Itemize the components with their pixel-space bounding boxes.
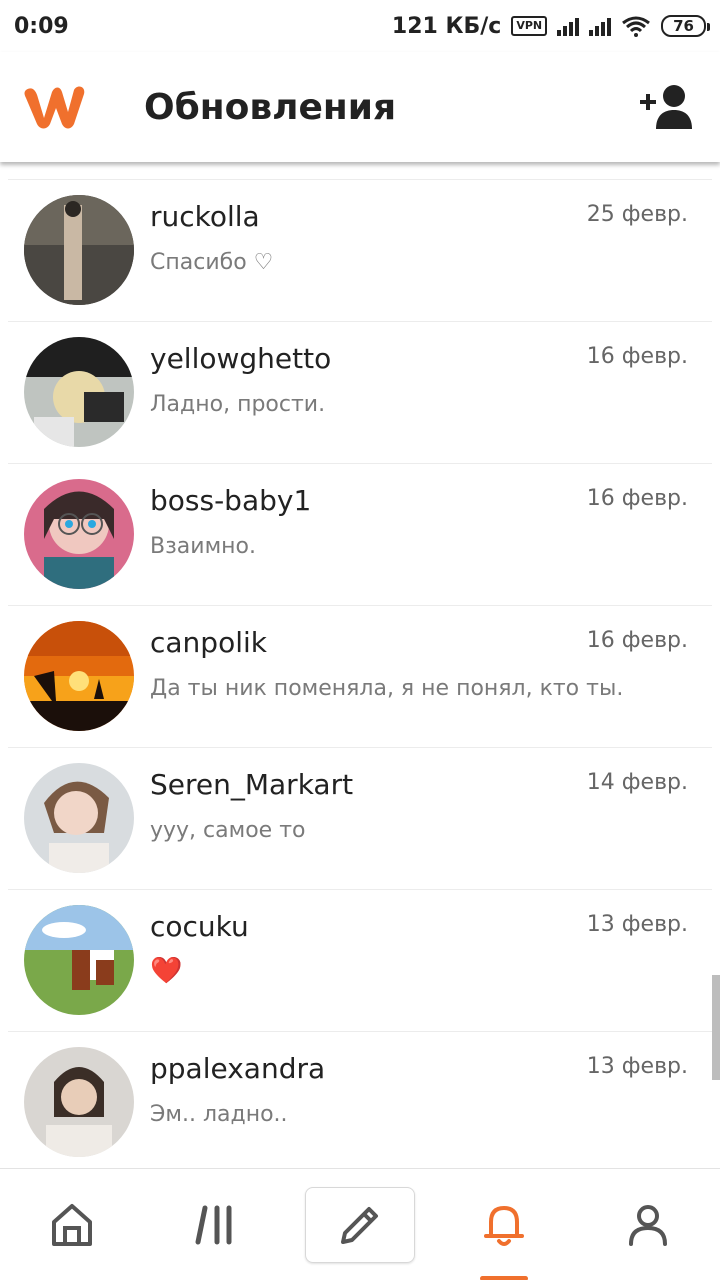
write-icon (341, 1206, 378, 1244)
sender-name: canpolik (150, 626, 267, 659)
signal-icon (589, 16, 612, 36)
library-icon (195, 1205, 232, 1244)
list-item[interactable]: ppalexandra 13 февр. Эм.. ладно.. (8, 1032, 712, 1168)
wifi-icon (622, 16, 651, 37)
sender-name: boss-baby1 (150, 484, 312, 517)
scrollbar[interactable] (712, 975, 720, 1080)
message-date: 16 февр. (586, 486, 688, 511)
sender-name: Seren_Markart (150, 768, 354, 801)
message-preview: Эм.. ладно.. (150, 1102, 288, 1127)
status-bar: 0:09 121 КБ/с VPN 76 (0, 0, 720, 52)
status-icons: 121 КБ/с VPN 76 (391, 13, 710, 39)
avatar[interactable] (24, 621, 134, 731)
nav-write[interactable] (305, 1186, 415, 1263)
avatar[interactable] (24, 195, 134, 305)
message-preview: Да ты ник поменяла, я не понял, кто ты. (150, 676, 624, 701)
avatar[interactable] (24, 905, 134, 1015)
nav-profile[interactable] (593, 1187, 703, 1263)
avatar[interactable] (24, 479, 134, 589)
nav-library[interactable] (161, 1187, 271, 1263)
message-date: 13 февр. (586, 912, 688, 937)
page-title: Обновления (144, 86, 397, 128)
list-item[interactable]: boss-baby1 16 февр. Взаимно. (8, 464, 712, 606)
list-item[interactable]: ruckolla 25 февр. Спасибо ♡ (8, 180, 712, 322)
sender-name: ruckolla (150, 200, 260, 233)
sender-name: yellowghetto (150, 342, 332, 375)
list-item[interactable]: Seren_Markart 14 февр. ууу, самое то (8, 748, 712, 890)
nav-notifications[interactable] (449, 1187, 559, 1280)
bottom-nav (0, 1168, 720, 1280)
app-header: Обновления (0, 52, 720, 162)
avatar[interactable] (24, 1047, 134, 1157)
list-item[interactable]: canpolik 16 февр. Да ты ник поменяла, я … (8, 606, 712, 748)
message-date: 16 февр. (586, 344, 688, 369)
sender-name: cocuku (150, 910, 249, 943)
message-preview: Взаимно. (150, 534, 257, 559)
message-preview: Ладно, прости. (150, 392, 326, 417)
profile-icon (629, 1204, 667, 1246)
home-icon (52, 1203, 92, 1246)
list-item[interactable]: cocuku 13 февр. ❤️ (8, 890, 712, 1032)
message-date: 13 февр. (586, 1054, 688, 1079)
message-date: 25 февр. (586, 202, 688, 227)
status-time: 0:09 (14, 13, 69, 39)
wattpad-logo[interactable] (22, 82, 88, 132)
message-date: 14 февр. (586, 770, 688, 795)
list-item-partial (8, 162, 712, 180)
avatar[interactable] (24, 337, 134, 447)
add-user-icon[interactable] (638, 83, 696, 131)
signal-icon (557, 16, 580, 36)
notifications-icon (484, 1205, 524, 1246)
message-date: 16 февр. (586, 628, 688, 653)
nav-home[interactable] (17, 1187, 127, 1263)
avatar[interactable] (24, 763, 134, 873)
message-list[interactable]: ruckolla 25 февр. Спасибо ♡ yellowghetto… (0, 162, 720, 1168)
message-preview: Спасибо ♡ (150, 250, 274, 275)
vpn-badge: VPN (511, 16, 548, 36)
sender-name: ppalexandra (150, 1052, 326, 1085)
list-item[interactable]: yellowghetto 16 февр. Ладно, прости. (8, 322, 712, 464)
message-preview: ууу, самое то (150, 818, 306, 843)
battery-icon: 76 (661, 15, 710, 37)
network-speed: 121 КБ/с (391, 13, 502, 39)
message-preview: ❤️ (150, 956, 183, 986)
